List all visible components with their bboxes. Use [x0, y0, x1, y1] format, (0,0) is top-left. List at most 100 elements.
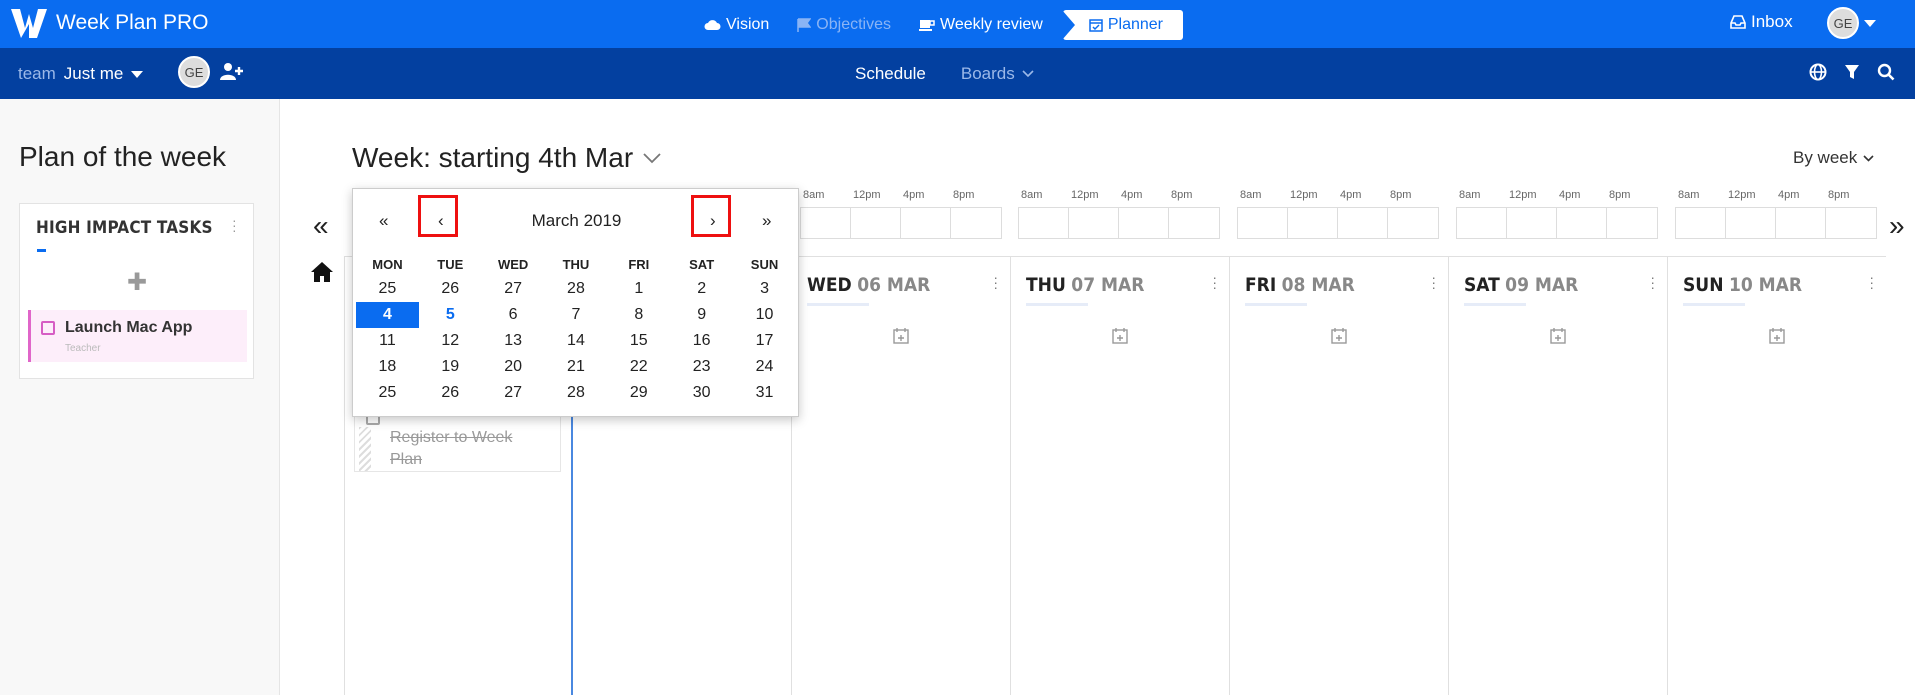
more-options-icon[interactable]: · · · [1869, 270, 1874, 294]
calendar-day[interactable]: 12 [419, 328, 482, 354]
team-member-avatar[interactable]: GE [178, 56, 210, 88]
next-week-button[interactable]: » [1889, 210, 1905, 242]
time-cell[interactable] [1776, 208, 1826, 238]
calendar-add-icon[interactable] [1549, 327, 1567, 345]
day-date: 07 MAR [1071, 274, 1145, 296]
calendar-day[interactable]: 23 [670, 354, 733, 380]
search-icon[interactable] [1877, 63, 1895, 81]
add-task-button[interactable]: ✚ [127, 268, 147, 297]
calendar-day[interactable]: 26 [419, 276, 482, 302]
time-cell[interactable] [951, 208, 1001, 238]
time-cell[interactable] [1826, 208, 1876, 238]
more-options-icon[interactable]: · · · [1431, 270, 1436, 294]
calendar-day[interactable]: 31 [733, 380, 796, 406]
calendar-day[interactable]: 24 [733, 354, 796, 380]
calendar-add-icon[interactable] [1330, 327, 1348, 345]
calendar-day[interactable]: 20 [482, 354, 545, 380]
nav-schedule[interactable]: Schedule [855, 64, 926, 84]
calendar-day[interactable]: 6 [482, 302, 545, 328]
nav-boards-label: Boards [960, 64, 1015, 83]
week-title[interactable]: Week: starting 4th Mar [352, 142, 661, 174]
nav-boards[interactable]: Boards [961, 64, 1034, 84]
calendar-day[interactable]: 21 [545, 354, 608, 380]
logo[interactable]: Week Plan PRO [10, 6, 209, 40]
calendar-day[interactable]: 11 [356, 328, 419, 354]
day-column-sun[interactable]: SUN 10 MAR · · · [1667, 256, 1886, 695]
time-cell[interactable] [1238, 208, 1288, 238]
calendar-day[interactable]: 9 [670, 302, 733, 328]
globe-icon[interactable] [1809, 63, 1827, 81]
calendar-day[interactable]: 27 [482, 276, 545, 302]
time-cell[interactable] [1557, 208, 1607, 238]
calendar-day[interactable]: 3 [733, 276, 796, 302]
next-year-button[interactable]: » [762, 211, 771, 231]
nav-weekly-review[interactable]: Weekly review [905, 10, 1057, 40]
current-month[interactable]: March 2019 [353, 211, 800, 231]
day-column-fri[interactable]: FRI 08 MAR · · · [1229, 256, 1448, 695]
time-cell[interactable] [1507, 208, 1557, 238]
calendar-day[interactable]: 8 [607, 302, 670, 328]
calendar-day[interactable]: 29 [607, 380, 670, 406]
chevron-down-icon [131, 70, 144, 78]
day-column-sat[interactable]: SAT 09 MAR · · · [1448, 256, 1667, 695]
time-cell[interactable] [1288, 208, 1338, 238]
filter-icon[interactable] [1844, 63, 1860, 81]
add-user-icon[interactable] [220, 62, 244, 82]
time-cell[interactable] [1388, 208, 1438, 238]
user-menu-caret-icon[interactable] [1864, 20, 1876, 27]
inbox-link[interactable]: Inbox [1730, 12, 1793, 32]
time-cell[interactable] [1338, 208, 1388, 238]
nav-objectives[interactable]: Objectives [783, 10, 905, 40]
time-cell[interactable] [1019, 208, 1069, 238]
calendar-day[interactable]: 19 [419, 354, 482, 380]
calendar-day[interactable]: 25 [356, 276, 419, 302]
calendar-day[interactable]: 28 [545, 276, 608, 302]
nav-vision[interactable]: Vision [690, 10, 783, 40]
calendar-day[interactable]: 22 [607, 354, 670, 380]
home-icon[interactable] [310, 261, 334, 283]
calendar-day[interactable]: 2 [670, 276, 733, 302]
calendar-day[interactable]: 30 [670, 380, 733, 406]
calendar-day[interactable]: 13 [482, 328, 545, 354]
task-card[interactable]: Launch Mac App Teacher [28, 310, 247, 362]
view-mode-select[interactable]: By week [1793, 148, 1874, 168]
user-avatar[interactable]: GE [1827, 7, 1859, 39]
calendar-day[interactable]: 1 [607, 276, 670, 302]
calendar-day[interactable]: 27 [482, 380, 545, 406]
more-options-icon[interactable]: · · · [232, 213, 237, 237]
calendar-day[interactable]: 5 [419, 302, 482, 328]
calendar-day[interactable]: 18 [356, 354, 419, 380]
time-cell[interactable] [1607, 208, 1657, 238]
day-column-wed[interactable]: WED 06 MAR · · · [791, 256, 1010, 695]
prev-week-button[interactable]: « [313, 210, 329, 242]
more-options-icon[interactable]: · · · [993, 270, 998, 294]
calendar-day[interactable]: 14 [545, 328, 608, 354]
calendar-day[interactable]: 25 [356, 380, 419, 406]
time-cell[interactable] [1457, 208, 1507, 238]
more-options-icon[interactable]: · · · [1650, 270, 1655, 294]
time-cell[interactable] [1069, 208, 1119, 238]
calendar-day[interactable]: 16 [670, 328, 733, 354]
time-cell[interactable] [1119, 208, 1169, 238]
day-column-thu[interactable]: THU 07 MAR · · · [1010, 256, 1229, 695]
time-cell[interactable] [1169, 208, 1219, 238]
calendar-day[interactable]: 4 [356, 302, 419, 328]
time-cell[interactable] [1676, 208, 1726, 238]
nav-planner[interactable]: Planner [1061, 10, 1183, 40]
calendar-day[interactable]: 7 [545, 302, 608, 328]
time-cell[interactable] [801, 208, 851, 238]
calendar-add-icon[interactable] [1111, 327, 1129, 345]
more-options-icon[interactable]: · · · [1212, 270, 1217, 294]
calendar-day[interactable]: 15 [607, 328, 670, 354]
calendar-day[interactable]: 26 [419, 380, 482, 406]
calendar-day[interactable]: 17 [733, 328, 796, 354]
team-selector[interactable]: team Just me [18, 64, 144, 84]
task-checkbox[interactable] [41, 321, 55, 335]
time-cell[interactable] [901, 208, 951, 238]
calendar-add-icon[interactable] [1768, 327, 1786, 345]
calendar-day[interactable]: 28 [545, 380, 608, 406]
calendar-add-icon[interactable] [892, 327, 910, 345]
time-cell[interactable] [1726, 208, 1776, 238]
time-cell[interactable] [851, 208, 901, 238]
calendar-day[interactable]: 10 [733, 302, 796, 328]
